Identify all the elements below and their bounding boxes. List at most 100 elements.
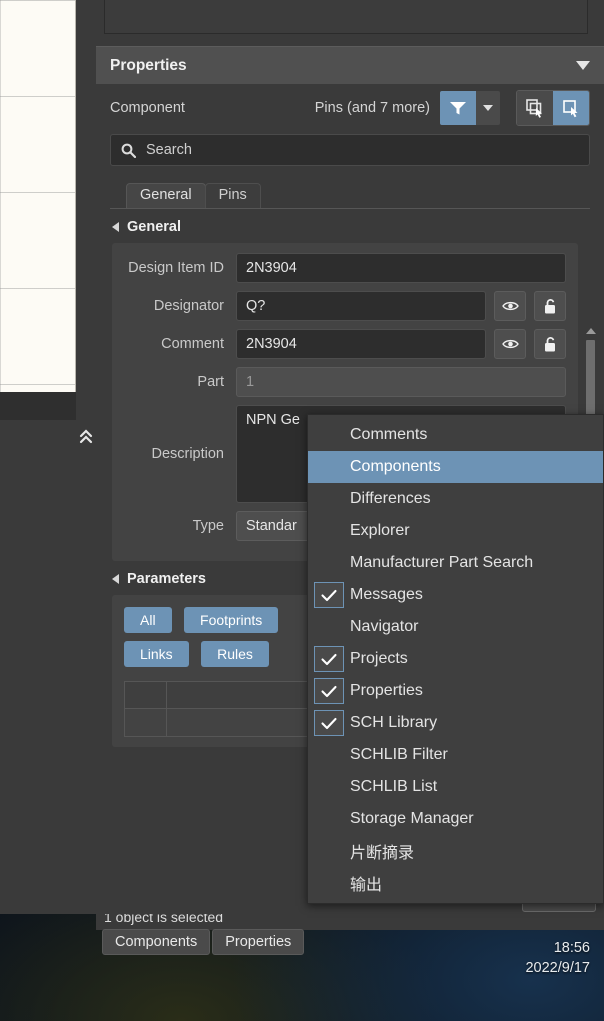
menu-item-messages[interactable]: Messages [308, 579, 603, 611]
chip-all[interactable]: All [124, 607, 172, 633]
bottom-tab-properties[interactable]: Properties [212, 929, 304, 955]
menu-check-differences [314, 486, 344, 512]
label-design-item-id: Design Item ID [124, 260, 236, 276]
checkmark-icon-messages [314, 582, 344, 608]
menu-item-properties[interactable]: Properties [308, 675, 603, 707]
input-comment[interactable]: 2N3904 [236, 329, 486, 359]
menu-label-messages: Messages [350, 586, 423, 604]
select-multiple-icon [525, 98, 545, 118]
checkmark-icon-properties [314, 678, 344, 704]
section-title-general: General [127, 219, 181, 235]
table-cell-check[interactable] [125, 709, 167, 736]
funnel-icon [449, 100, 467, 116]
input-designator[interactable]: Q? [236, 291, 486, 321]
menu-label-navigator: Navigator [350, 618, 418, 636]
menu-item-comments[interactable]: Comments [308, 419, 603, 451]
designator-lock-button[interactable] [534, 291, 566, 321]
menu-check-explorer [314, 518, 344, 544]
menu-item-schlib-list[interactable]: SCHLIB List [308, 771, 603, 803]
panel-title: Properties [110, 57, 187, 75]
field-row-comment: Comment 2N3904 [124, 329, 566, 359]
filter-dropdown-button[interactable] [476, 91, 500, 125]
section-header-general[interactable]: General [96, 209, 604, 243]
field-row-designator: Designator Q? [124, 291, 566, 321]
menu-check-comments [314, 422, 344, 448]
object-kind-label: Pins (and 7 more) [315, 100, 440, 116]
collapse-chevrons-icon[interactable] [76, 424, 96, 450]
unlocked-padlock-icon [543, 336, 557, 353]
menu-item-navigator[interactable]: Navigator [308, 611, 603, 643]
panel-tabs: General Pins [126, 182, 604, 208]
chip-links[interactable]: Links [124, 641, 189, 667]
menu-item-manufacturer-part-search[interactable]: Manufacturer Part Search [308, 547, 603, 579]
menu-item-storage-manager[interactable]: Storage Manager [308, 803, 603, 835]
panel-top-empty-box [104, 0, 588, 34]
menu-item-projects[interactable]: Projects [308, 643, 603, 675]
menu-label-components: Components [350, 458, 441, 476]
comment-lock-button[interactable] [534, 329, 566, 359]
menu-item-output[interactable]: 输出 [308, 867, 603, 899]
clock-date: 2022/9/17 [525, 958, 590, 978]
label-designator: Designator [124, 298, 236, 314]
designator-visibility-button[interactable] [494, 291, 526, 321]
panels-context-menu: Comments Components Differences Explorer… [307, 414, 604, 904]
tab-general[interactable]: General [126, 183, 206, 208]
tab-pins[interactable]: Pins [205, 183, 261, 208]
menu-item-explorer[interactable]: Explorer [308, 515, 603, 547]
menu-label-manufacturer-part-search: Manufacturer Part Search [350, 554, 533, 572]
menu-label-explorer: Explorer [350, 522, 410, 540]
checkmark-icon-sch-library [314, 710, 344, 736]
triangle-collapse-icon [112, 222, 119, 232]
menu-label-snippets: 片断摘录 [350, 839, 414, 863]
triangle-down-icon[interactable] [576, 61, 590, 70]
comment-visibility-button[interactable] [494, 329, 526, 359]
label-comment: Comment [124, 336, 236, 352]
properties-panel-header[interactable]: Properties [96, 46, 604, 84]
field-row-part: Part 1 [124, 367, 566, 397]
schematic-canvas[interactable] [0, 0, 76, 392]
schematic-below-strip [0, 392, 76, 420]
eye-icon [502, 300, 519, 312]
menu-label-projects: Projects [350, 650, 408, 668]
menu-check-output [314, 870, 344, 896]
menu-label-storage-manager: Storage Manager [350, 810, 474, 828]
menu-label-sch-library: SCH Library [350, 714, 437, 732]
menu-check-navigator [314, 614, 344, 640]
selection-mode-group [516, 90, 590, 126]
menu-item-components[interactable]: Components [308, 451, 603, 483]
menu-label-output: 输出 [350, 871, 382, 895]
label-type: Type [124, 518, 236, 534]
search-placeholder: Search [146, 142, 192, 158]
caret-down-icon [482, 104, 494, 112]
menu-item-schlib-filter[interactable]: SCHLIB Filter [308, 739, 603, 771]
input-part[interactable]: 1 [236, 367, 566, 397]
section-title-parameters: Parameters [127, 571, 206, 587]
search-input[interactable]: Search [110, 134, 590, 166]
unlocked-padlock-icon [543, 298, 557, 315]
menu-item-snippets[interactable]: 片断摘录 [308, 835, 603, 867]
menu-label-schlib-list: SCHLIB List [350, 778, 437, 796]
bottom-tab-components[interactable]: Components [102, 929, 210, 955]
checkmark-icon-projects [314, 646, 344, 672]
chip-rules[interactable]: Rules [201, 641, 269, 667]
label-description: Description [124, 446, 236, 462]
object-type-label: Component [110, 100, 185, 116]
menu-item-sch-library[interactable]: SCH Library [308, 707, 603, 739]
filter-button[interactable] [440, 91, 476, 125]
triangle-collapse-icon [112, 574, 119, 584]
eye-icon [502, 338, 519, 350]
menu-label-properties: Properties [350, 682, 423, 700]
select-single-icon [561, 98, 581, 118]
menu-item-differences[interactable]: Differences [308, 483, 603, 515]
menu-check-storage-manager [314, 806, 344, 832]
search-icon [121, 143, 136, 158]
left-rail [76, 0, 96, 420]
chip-footprints[interactable]: Footprints [184, 607, 278, 633]
menu-check-snippets [314, 838, 344, 864]
input-design-item-id[interactable]: 2N3904 [236, 253, 566, 283]
bottom-panel-tabs: Components Properties [96, 928, 604, 956]
select-multiple-button[interactable] [517, 91, 553, 125]
scroll-up-arrow-icon[interactable] [586, 328, 596, 334]
select-single-button[interactable] [553, 91, 589, 125]
left-gutter [0, 420, 96, 882]
